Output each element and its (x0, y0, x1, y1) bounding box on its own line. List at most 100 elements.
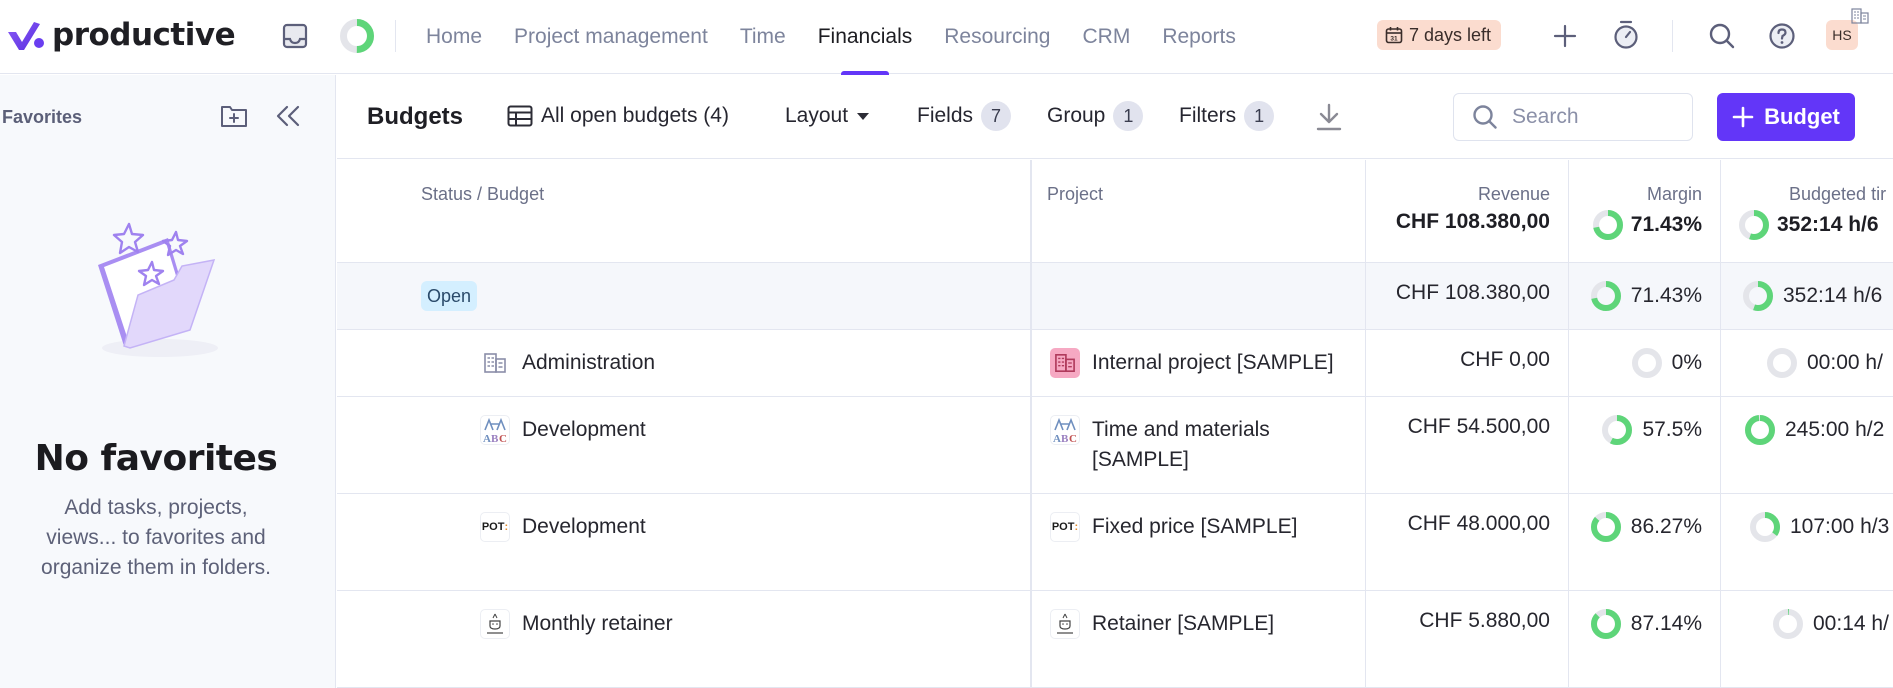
table-row[interactable]: Monthly retainer Retainer [SAMPLE] CHF 5… (337, 591, 1893, 688)
column-header-margin[interactable]: Margin 71.43% (1569, 160, 1721, 262)
budget-link[interactable]: Administration (480, 348, 655, 378)
group-margin-cell: 71.43% (1569, 263, 1721, 329)
new-folder-button[interactable] (220, 103, 248, 129)
folder-plus-icon (221, 106, 247, 127)
nav-time[interactable]: Time (724, 0, 802, 74)
table-row[interactable]: ABC Development ABC Time and materials [… (337, 397, 1893, 494)
nav-home[interactable]: Home (410, 0, 498, 74)
timer-button[interactable] (1608, 17, 1644, 53)
productive-logo[interactable]: productive (6, 17, 236, 53)
revenue-value: CHF 0,00 (1460, 348, 1550, 371)
fields-label: Fields (917, 104, 974, 127)
empty-favorites-illustration (98, 222, 218, 357)
budget-link[interactable]: ABC Development (480, 415, 646, 445)
fields-button[interactable]: Fields 7 (917, 99, 1012, 133)
budgeted-time: 00:14 h/ (1773, 609, 1889, 639)
margin-progress-ring-icon (1590, 512, 1621, 542)
budgeted-time-progress-ring-icon (1767, 348, 1797, 378)
project-link[interactable]: ABC Time and materials [SAMPLE] (1050, 415, 1360, 475)
filters-count-badge: 1 (1244, 101, 1275, 131)
project-link[interactable]: Internal project [SAMPLE] (1050, 348, 1360, 378)
budgeted-time: 107:00 h/3 (1750, 512, 1889, 542)
nav-resourcing[interactable]: Resourcing (928, 0, 1066, 74)
layout-label: Layout (785, 104, 849, 127)
revenue-cell: CHF 5.880,00 (1366, 591, 1569, 687)
revenue-cell: CHF 0,00 (1366, 330, 1569, 396)
global-search-button[interactable] (1704, 18, 1740, 54)
trial-label: 7 days left (1409, 24, 1492, 45)
divider (1672, 20, 1673, 52)
filters-button[interactable]: Filters 1 (1179, 99, 1275, 133)
table-row[interactable]: POT: Development POT: Fixed price [SAMPL… (337, 494, 1893, 591)
column-header-status[interactable]: Status / Budget (337, 160, 1032, 262)
column-header-budgeted-time[interactable]: Budgeted tir 352:14 h/6 (1721, 160, 1893, 262)
project-link[interactable]: Retainer [SAMPLE] (1050, 609, 1360, 639)
margin-progress-ring-icon (1631, 348, 1662, 378)
column-header-project[interactable]: Project (1032, 160, 1366, 262)
calendar-icon: 31 (1385, 27, 1403, 44)
view-label: All open budgets (4) (541, 104, 729, 127)
margin-cell: 0% (1569, 330, 1721, 396)
brand-name: productive (52, 17, 236, 53)
budgeted-time-total-value: 352:14 h/6 (1777, 213, 1879, 236)
table-row[interactable]: Administration Internal project [SAMPLE]… (337, 330, 1893, 397)
project-column-label: Project (1047, 184, 1104, 204)
nav-financials[interactable]: Financials (802, 0, 929, 74)
layout-dropdown[interactable]: Layout (785, 99, 870, 133)
budgeted-time-value: 107:00 h/3 (1790, 515, 1890, 538)
group-button[interactable]: Group 1 (1047, 99, 1144, 133)
add-budget-button[interactable]: Budget (1717, 93, 1855, 141)
user-avatar[interactable]: HS (1826, 20, 1858, 50)
plus-icon (1553, 24, 1577, 48)
margin-value: 87.14% (1630, 612, 1702, 635)
onboarding-progress-button[interactable] (339, 18, 375, 54)
nav-crm[interactable]: CRM (1066, 0, 1146, 74)
budgeted-time: 00:00 h/ (1767, 348, 1883, 378)
svg-text:31: 31 (1390, 36, 1398, 43)
margin-value: 57.5% (1642, 418, 1702, 441)
budget-link[interactable]: POT: Development (480, 512, 646, 542)
ring-track (1773, 609, 1803, 639)
margin-progress-ring-icon (1590, 609, 1621, 639)
budgeted-time-cell: 245:00 h/2 (1721, 397, 1893, 493)
project-name: Internal project [SAMPLE] (1092, 351, 1334, 374)
collapse-sidebar-button[interactable] (274, 103, 302, 129)
onboarding-progress-ring-icon (340, 19, 374, 53)
budgeted-time-column-label: Budgeted tir (1789, 184, 1887, 204)
svg-text:B: B (1061, 433, 1069, 444)
margin-total-value: 71.43% (1630, 213, 1702, 236)
project-cell: POT: Fixed price [SAMPLE] (1032, 494, 1366, 590)
status-badge[interactable]: Open (421, 281, 478, 311)
coffee-logo-icon (1050, 609, 1080, 639)
trial-days-left-badge[interactable]: 31 7 days left (1377, 20, 1502, 50)
budget-search-field[interactable] (1453, 93, 1693, 141)
download-icon (1316, 103, 1342, 131)
project-link[interactable]: POT: Fixed price [SAMPLE] (1050, 512, 1360, 542)
quick-add-button[interactable] (1548, 19, 1582, 53)
inbox-button[interactable] (280, 21, 310, 51)
page-title: Budgets (367, 103, 463, 130)
budget-cell: POT: Development (337, 494, 1032, 590)
stopwatch-icon (1614, 20, 1638, 49)
project-cell: Internal project [SAMPLE] (1032, 330, 1366, 396)
group-row-open[interactable]: Open CHF 108.380,00 71.43% 352:14 h/6 (337, 263, 1893, 330)
nav-project-management[interactable]: Project management (498, 0, 724, 74)
margin-progress-ring-icon (1602, 415, 1633, 445)
margin-total: 71.43% (1592, 210, 1702, 240)
project-name: Time and materials [SAMPLE] (1092, 418, 1270, 471)
column-header-revenue[interactable]: Revenue CHF 108.380,00 (1366, 160, 1569, 262)
help-button[interactable] (1764, 18, 1800, 54)
export-button[interactable] (1315, 102, 1343, 132)
ring-track (1767, 348, 1797, 378)
nav-reports[interactable]: Reports (1146, 0, 1252, 74)
sidebar-title: Favorites (2, 107, 83, 127)
view-selector[interactable]: All open budgets (4) (507, 99, 729, 133)
budgets-toolbar: Budgets All open budgets (4) Layout Fiel… (337, 75, 1893, 159)
budget-link[interactable]: Monthly retainer (480, 609, 673, 639)
budgeted-time-value: 245:00 h/2 (1785, 418, 1885, 441)
building-icon (480, 348, 510, 378)
budgeted-time-progress-ring-icon (1743, 281, 1773, 311)
budget-name: Development (522, 418, 646, 441)
search-input[interactable] (1512, 105, 1662, 129)
svg-text:C: C (1069, 433, 1077, 444)
